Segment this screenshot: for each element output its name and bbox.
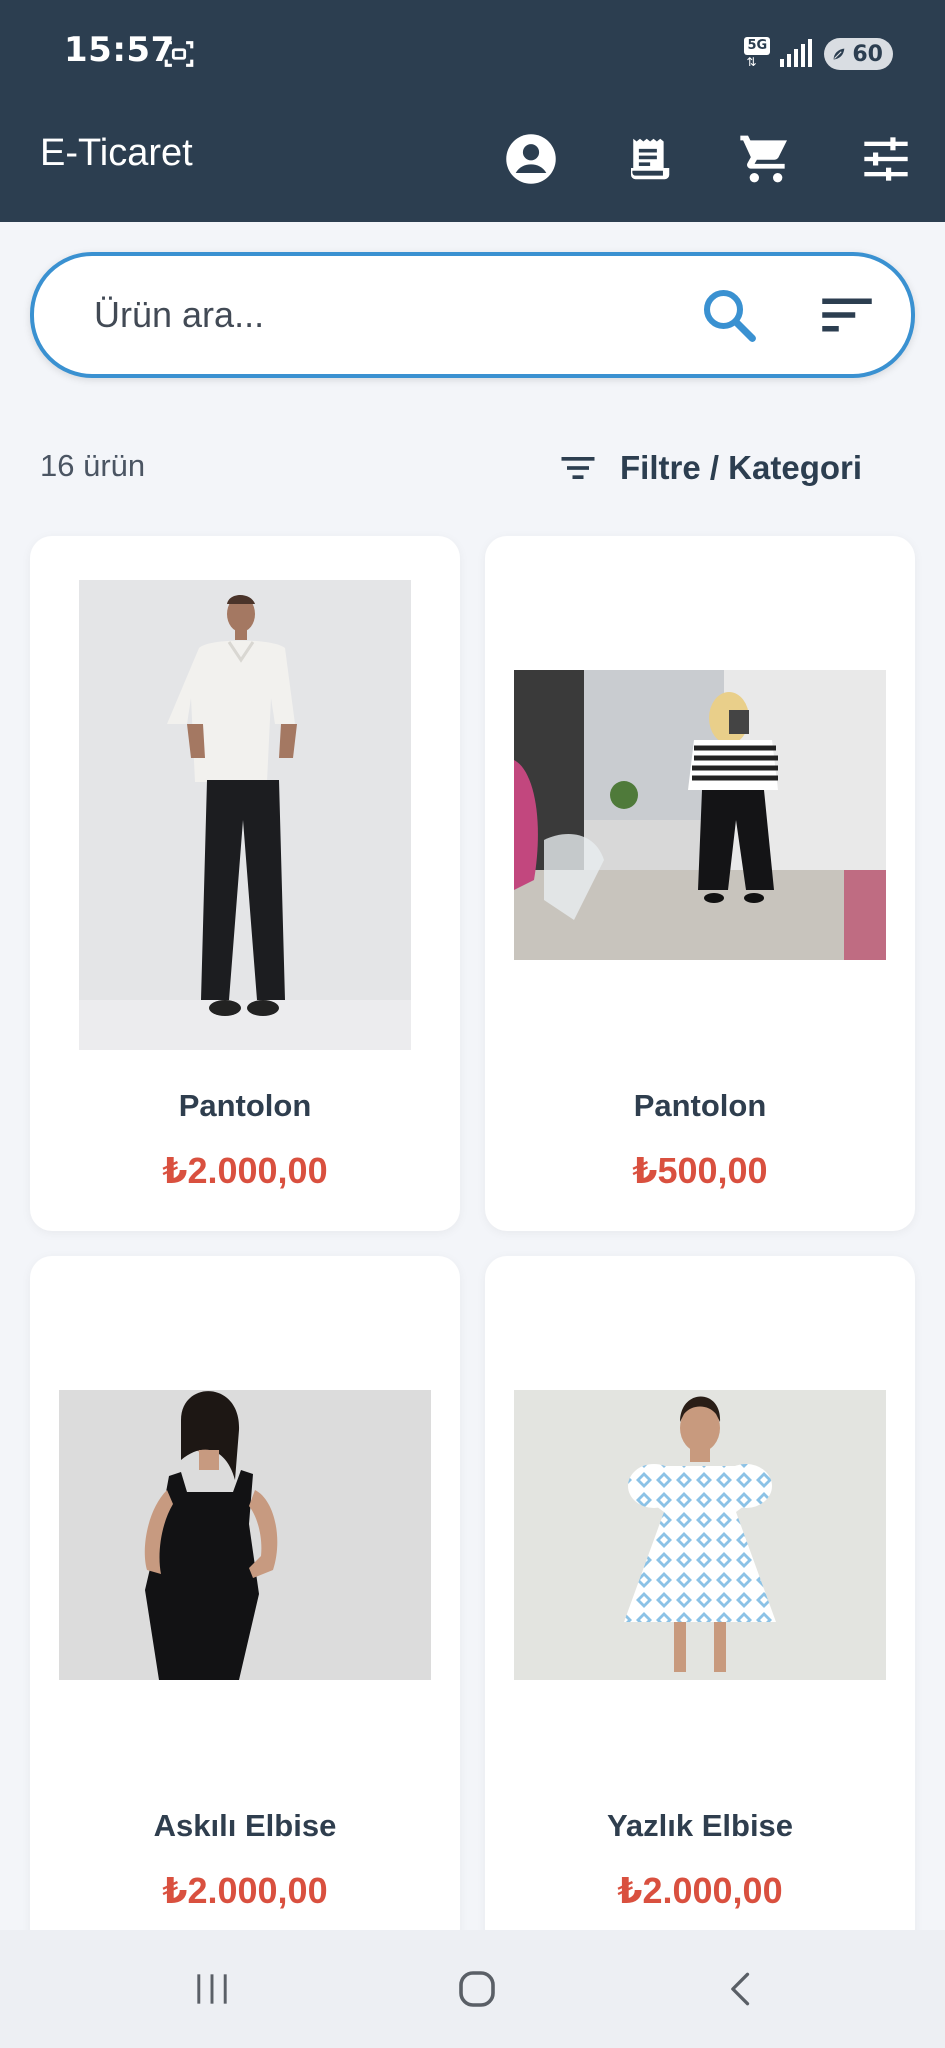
back-icon: [731, 1972, 750, 2006]
status-time: 15:57: [64, 30, 175, 70]
app-title: E-Ticaret: [40, 132, 193, 174]
orders-button[interactable]: [618, 128, 680, 190]
battery-saver-icon: [832, 47, 847, 61]
product-image: [514, 1390, 886, 1680]
product-card[interactable]: Askılı Elbise ₺2.000,00: [30, 1256, 460, 1951]
account-button[interactable]: [500, 128, 562, 190]
cart-icon: [740, 135, 787, 183]
search-input[interactable]: [94, 284, 654, 346]
cart-button[interactable]: [735, 128, 797, 190]
sort-icon[interactable]: [814, 282, 880, 348]
filter-category-button[interactable]: Filtre / Kategori: [556, 440, 862, 496]
recent-apps-button[interactable]: [172, 1954, 252, 2024]
back-button[interactable]: [702, 1954, 782, 2024]
battery-level: 60: [852, 41, 883, 67]
product-name: Pantolon: [178, 1088, 312, 1123]
product-card[interactable]: Pantolon ₺500,00: [485, 536, 915, 1231]
screenshot-icon: [164, 41, 194, 67]
product-name: Yazlık Elbise: [606, 1808, 794, 1843]
signal-icon: [780, 39, 813, 67]
status-indicators: 5G ⇅ 60: [744, 36, 893, 72]
product-price: ₺2.000,00: [617, 1870, 783, 1911]
product-photo-summer-dress: [514, 1390, 886, 1680]
search-icon[interactable]: [696, 282, 762, 348]
app-bar: E-Ticaret: [0, 108, 945, 222]
search-bar: [30, 252, 915, 378]
app-root: 15:57 5G ⇅ 60 E-Ticaret Ürün ara... 16 ü…: [0, 0, 945, 2048]
filter-icon: [561, 457, 595, 479]
account-icon: [506, 134, 556, 184]
product-image: [59, 1390, 431, 1680]
system-nav-bar: [0, 1930, 945, 2048]
recent-apps-icon: [197, 1974, 227, 2004]
home-button[interactable]: [437, 1954, 517, 2024]
product-price: ₺2.000,00: [162, 1150, 328, 1191]
product-image: [79, 580, 411, 1050]
status-bar: 15:57 5G ⇅ 60: [0, 0, 945, 108]
product-photo-black-dress: [59, 1390, 431, 1680]
product-card[interactable]: Pantolon ₺2.000,00: [30, 536, 460, 1231]
product-price: ₺500,00: [632, 1150, 768, 1191]
product-price: ₺2.000,00: [162, 1870, 328, 1911]
top-header: 15:57 5G ⇅ 60 E-Ticaret: [0, 0, 945, 222]
battery-indicator: 60: [824, 38, 893, 70]
product-card[interactable]: Yazlık Elbise ₺2.000,00: [485, 1256, 915, 1951]
product-count: 16 ürün: [40, 448, 146, 483]
tune-icon: [864, 137, 908, 181]
product-photo-man-pants: [79, 580, 411, 1050]
filter-settings-button[interactable]: [855, 128, 917, 190]
filter-category-label: Filtre / Kategori: [620, 449, 863, 486]
product-name: Askılı Elbise: [153, 1808, 337, 1843]
product-photo-woman-mirror: [514, 670, 886, 960]
home-icon: [459, 1971, 495, 2007]
product-name: Pantolon: [633, 1088, 767, 1123]
product-image: [514, 670, 886, 960]
network-5g-icon: 5G ⇅: [744, 37, 771, 71]
receipt-icon: [631, 138, 670, 180]
